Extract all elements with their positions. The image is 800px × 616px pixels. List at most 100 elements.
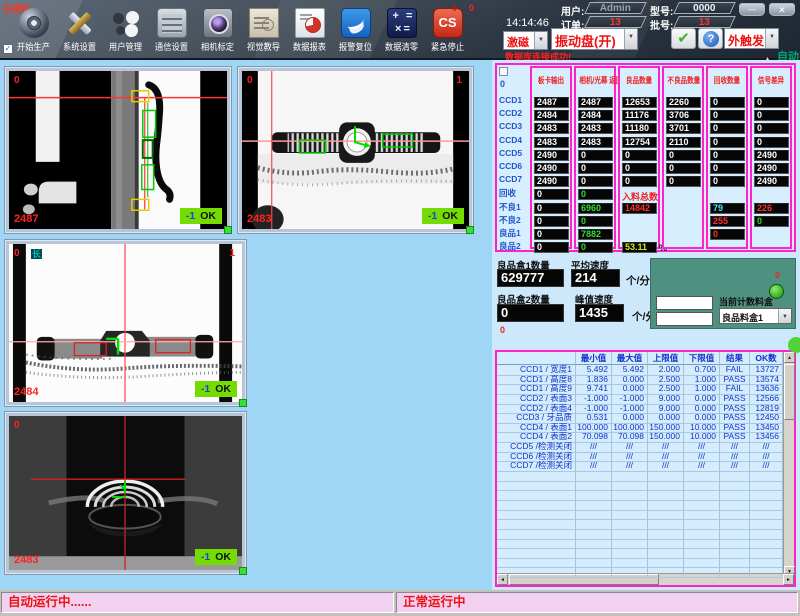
help-button[interactable] (698, 28, 723, 49)
toolbar-button-label: 开始生产 (13, 40, 54, 53)
camera-panel-4[interactable]: 0 2483 -1OK (4, 411, 247, 575)
chevron-down-icon[interactable] (624, 29, 637, 49)
result-cell (612, 519, 648, 529)
result-cell: 5.492 (612, 365, 648, 375)
value-box: 0 (754, 216, 789, 227)
value-box: 7882 (578, 229, 613, 240)
chevron-down-icon[interactable] (534, 32, 547, 49)
magnet-combo-value: 激磁 (504, 32, 534, 49)
result-cell: /// (750, 461, 783, 471)
toolbar-button-1[interactable]: 开始生产 (11, 6, 56, 53)
camera-count-label: 1 (229, 248, 235, 259)
result-cell: 9.741 (576, 384, 612, 394)
chevron-down-icon[interactable] (778, 309, 791, 323)
result-cell (720, 490, 750, 500)
counter-input-2[interactable] (656, 312, 713, 326)
resize-grip[interactable] (239, 399, 247, 407)
result-cell (612, 529, 648, 539)
result-cell: 0.531 (576, 413, 612, 423)
camera-panel-3[interactable]: 0 1 长 2484 -1OK (4, 239, 247, 407)
scroll-right-icon[interactable] (783, 574, 794, 585)
close-button[interactable] (769, 3, 795, 16)
alarm-icon (341, 8, 371, 38)
value-box: 2483 (534, 123, 569, 134)
result-header: 上限值 (648, 352, 684, 365)
result-cell (684, 490, 720, 500)
auto-spinner[interactable] (766, 47, 775, 59)
toolbar-button-label: 系统设置 (59, 40, 100, 53)
result-cell (720, 481, 750, 491)
result-cell: 70.098 (612, 432, 648, 442)
minimize-button[interactable] (739, 3, 765, 16)
result-row-label (497, 539, 576, 549)
magnet-combo[interactable]: 激磁 (503, 31, 548, 50)
result-cell: PASS (720, 432, 750, 442)
toolbar-button-label: 相机标定 (197, 40, 238, 53)
toolbar-button-5[interactable]: 相机标定 (195, 6, 240, 53)
result-row-label (497, 500, 576, 510)
counter-input-1[interactable] (656, 296, 713, 310)
result-cell (576, 519, 612, 529)
value-box: 14842 (622, 203, 657, 214)
result-cell: /// (612, 442, 648, 452)
result-cell (720, 548, 750, 558)
corner-indicator (788, 337, 800, 353)
result-cell (648, 481, 684, 491)
camera-count-label: 1 (456, 75, 462, 86)
value-box: 0 (710, 137, 745, 148)
toolbar-button-10[interactable]: CS紧急停止 (425, 6, 470, 53)
row-label: 不良2 (499, 214, 521, 226)
confirm-button[interactable] (671, 28, 696, 49)
scrollbar-thumb[interactable] (784, 364, 795, 420)
value-box: 2483 (534, 137, 569, 148)
toolbar-button-7[interactable]: 数据报表 (287, 6, 332, 53)
result-cell (576, 510, 612, 520)
result-cell: -1.000 (576, 394, 612, 404)
result-cell (750, 490, 783, 500)
box-select[interactable]: 良品料盒1 (719, 308, 792, 324)
table-checkbox[interactable] (499, 67, 508, 76)
value-box: 2487 (534, 97, 569, 108)
scroll-up-icon[interactable] (784, 352, 795, 363)
result-cell (612, 539, 648, 549)
top-table-column-2: 相机/光幕 返回248724842483248300006960078820 (574, 66, 616, 249)
top-table: 0 CCD1CCD2CCD3CCD4CCD5CCD6CCD7回收不良1不良2良品… (495, 63, 796, 252)
column-header: 相机/光幕 返回 (579, 75, 610, 86)
toolbar-button-9[interactable]: 数据清零 (379, 6, 424, 53)
order-field: 13 (584, 16, 647, 28)
camera-value-label: 2483 (247, 213, 271, 225)
result-row-label (497, 510, 576, 520)
result-cell (612, 567, 648, 577)
result-cell (576, 500, 612, 510)
result-cell: 0.000 (612, 384, 648, 394)
resize-grip[interactable] (239, 567, 247, 575)
camera-panel-2[interactable]: 0 1 2483 -1OK (237, 66, 474, 234)
toolbar-button-2[interactable]: 系统设置 (57, 6, 102, 53)
result-cell: /// (720, 442, 750, 452)
batch-label: 批号: (650, 17, 673, 32)
result-cell (648, 548, 684, 558)
resize-grip[interactable] (224, 226, 232, 234)
counter-box-panel: 当前计数料盒 良品料盒1 0 (650, 258, 796, 329)
vertical-scrollbar[interactable] (783, 352, 794, 577)
row-label: CCD2 (499, 108, 522, 118)
result-cell (750, 548, 783, 558)
camera-panel-1[interactable]: 0 2487 -1OK (4, 66, 232, 234)
value-box: 0 (534, 242, 569, 253)
result-cell: 150.000 (648, 423, 684, 433)
resize-grip[interactable] (466, 226, 474, 234)
toolbar-button-6[interactable]: 视觉教导 (241, 6, 286, 53)
result-cell: 13727 (750, 365, 783, 375)
chevron-down-icon[interactable] (765, 29, 778, 48)
toolbar-button-4[interactable]: 通信设置 (149, 6, 194, 53)
value-box: 2110 (666, 137, 701, 148)
data-panel: 0 CCD1CCD2CCD3CCD4CCD5CCD6CCD7回收不良1不良2良品… (492, 60, 800, 590)
result-cell: 2.500 (648, 384, 684, 394)
toolbar-button-3[interactable]: 用户管理 (103, 6, 148, 53)
result-cell: /// (684, 442, 720, 452)
value-box: 0 (754, 110, 789, 121)
toolbar-button-8[interactable]: 报警复位 (333, 6, 378, 53)
trigger-combo[interactable]: 外触发 (724, 28, 779, 49)
camera-image-4 (9, 416, 242, 570)
result-cell (684, 510, 720, 520)
